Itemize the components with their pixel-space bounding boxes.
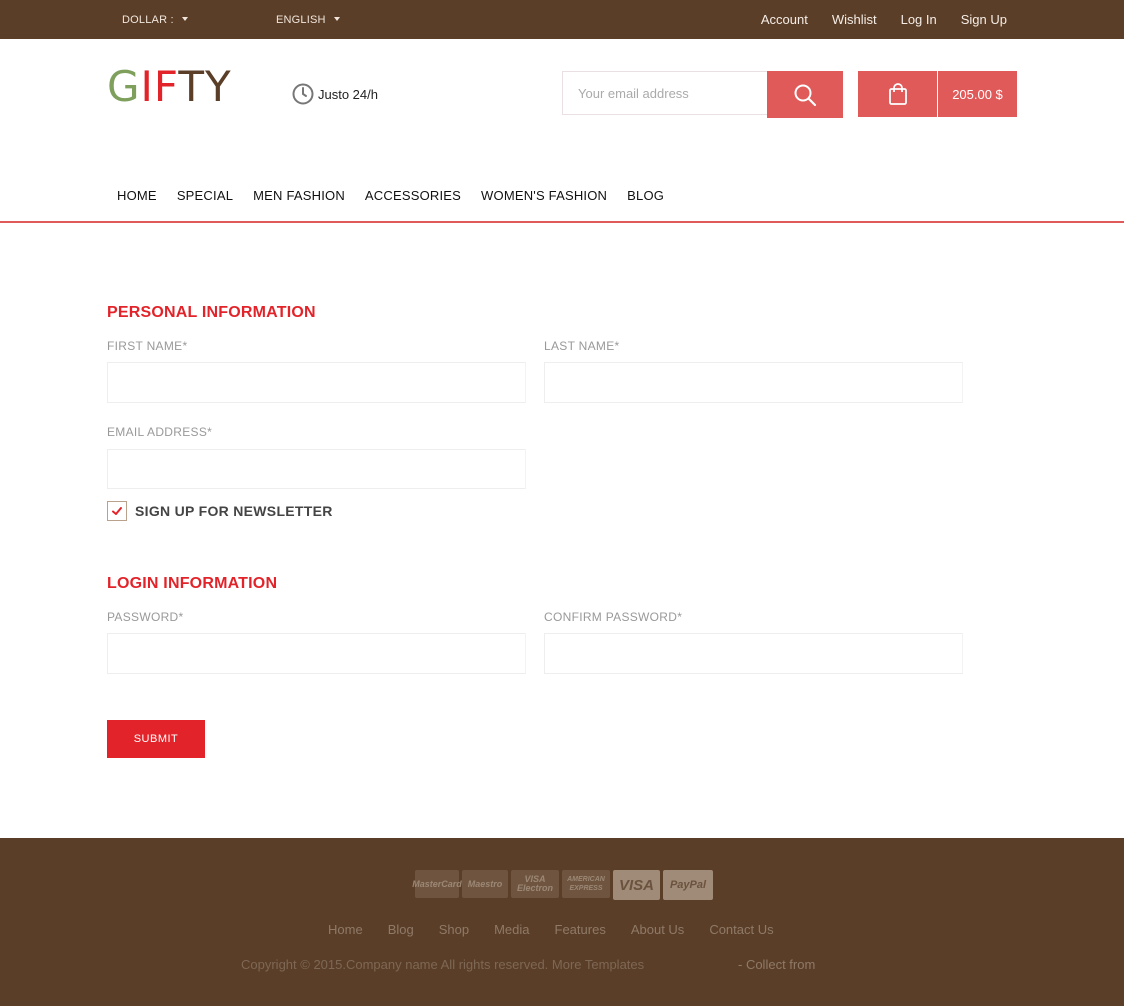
nav-accessories[interactable]: ACCESSORIES bbox=[355, 188, 471, 203]
first-name-label: FIRST NAME* bbox=[107, 339, 188, 353]
confirm-password-input[interactable] bbox=[545, 634, 962, 673]
search-box bbox=[562, 71, 768, 115]
logo-ty: TY bbox=[178, 62, 232, 111]
footer-media-link[interactable]: Media bbox=[494, 922, 529, 937]
shopping-bag-icon bbox=[888, 83, 907, 105]
footer: MasterCard Maestro VISA Electron AMERICA… bbox=[0, 838, 1124, 1006]
first-name-input[interactable] bbox=[108, 363, 525, 402]
last-name-input[interactable] bbox=[545, 363, 962, 402]
search-button[interactable] bbox=[767, 71, 843, 118]
email-input[interactable] bbox=[108, 450, 525, 488]
wishlist-link[interactable]: Wishlist bbox=[832, 12, 877, 27]
signup-link[interactable]: Sign Up bbox=[961, 12, 1007, 27]
personal-info-title: PERSONAL INFORMATION bbox=[107, 304, 316, 321]
newsletter-label: SIGN UP FOR NEWSLETTER bbox=[135, 503, 333, 519]
account-links: Account Wishlist Log In Sign Up bbox=[761, 12, 1007, 27]
footer-contact-link[interactable]: Contact Us bbox=[709, 922, 773, 937]
last-name-field bbox=[544, 362, 963, 403]
password-input[interactable] bbox=[108, 634, 525, 673]
search-icon bbox=[794, 84, 817, 106]
language-select[interactable]: ENGLISH bbox=[276, 14, 340, 26]
cart-total[interactable]: 205.00 $ bbox=[938, 71, 1017, 117]
paypal-icon: PayPal bbox=[663, 870, 713, 900]
currency-select[interactable]: DOLLAR : bbox=[122, 14, 188, 26]
nav-home[interactable]: HOME bbox=[107, 188, 167, 203]
payment-methods: MasterCard Maestro VISA Electron AMERICA… bbox=[412, 870, 713, 900]
maestro-icon: Maestro bbox=[462, 870, 508, 898]
newsletter-option: SIGN UP FOR NEWSLETTER bbox=[107, 501, 333, 521]
login-link[interactable]: Log In bbox=[901, 12, 937, 27]
visa-electron-icon: VISA Electron bbox=[511, 870, 559, 898]
logo-g: G bbox=[107, 62, 141, 111]
footer-about-link[interactable]: About Us bbox=[631, 922, 684, 937]
checkmark-icon bbox=[112, 507, 122, 515]
footer-blog-link[interactable]: Blog bbox=[388, 922, 414, 937]
account-link[interactable]: Account bbox=[761, 12, 808, 27]
language-label: ENGLISH bbox=[276, 14, 326, 26]
login-info-title: LOGIN INFORMATION bbox=[107, 575, 278, 592]
email-field bbox=[107, 449, 526, 489]
main-nav: HOME SPECIAL MEN FASHION ACCESSORIES WOM… bbox=[107, 188, 674, 203]
newsletter-checkbox[interactable] bbox=[107, 501, 127, 521]
visa-icon: VISA bbox=[613, 870, 660, 900]
confirm-password-label: CONFIRM PASSWORD* bbox=[544, 610, 683, 624]
opening-hours: Justo 24/h bbox=[292, 83, 378, 105]
nav-blog[interactable]: BLOG bbox=[617, 188, 674, 203]
nav-special[interactable]: SPECIAL bbox=[167, 188, 243, 203]
collect-from-link[interactable]: - Collect from bbox=[738, 957, 815, 972]
chevron-down-icon bbox=[181, 17, 188, 22]
clock-icon bbox=[292, 83, 314, 105]
chevron-down-icon bbox=[333, 17, 340, 22]
first-name-field bbox=[107, 362, 526, 403]
footer-features-link[interactable]: Features bbox=[555, 922, 606, 937]
submit-button[interactable]: SUBMIT bbox=[107, 720, 205, 758]
email-label: EMAIL ADDRESS* bbox=[107, 425, 213, 439]
footer-shop-link[interactable]: Shop bbox=[439, 922, 469, 937]
search-input[interactable] bbox=[563, 72, 768, 114]
footer-links: Home Blog Shop Media Features About Us C… bbox=[328, 922, 774, 937]
password-field bbox=[107, 633, 526, 674]
logo-if: IF bbox=[140, 62, 179, 111]
nav-divider bbox=[0, 221, 1124, 223]
site-logo[interactable]: GIFTY bbox=[107, 66, 232, 108]
copyright-text: Copyright © 2015.Company name All rights… bbox=[241, 957, 645, 972]
cart-button[interactable] bbox=[858, 71, 937, 117]
top-bar: DOLLAR : ENGLISH Account Wishlist Log In… bbox=[0, 0, 1124, 39]
mastercard-icon: MasterCard bbox=[412, 870, 462, 898]
last-name-label: LAST NAME* bbox=[544, 339, 620, 353]
confirm-password-field bbox=[544, 633, 963, 674]
amex-icon: AMERICAN EXPRESS bbox=[562, 870, 610, 898]
nav-men-fashion[interactable]: MEN FASHION bbox=[243, 188, 355, 203]
nav-womens-fashion[interactable]: WOMEN'S FASHION bbox=[471, 188, 617, 203]
footer-home-link[interactable]: Home bbox=[328, 922, 363, 937]
currency-label: DOLLAR : bbox=[122, 14, 174, 26]
password-label: PASSWORD* bbox=[107, 610, 184, 624]
hours-text: Justo 24/h bbox=[318, 86, 378, 102]
